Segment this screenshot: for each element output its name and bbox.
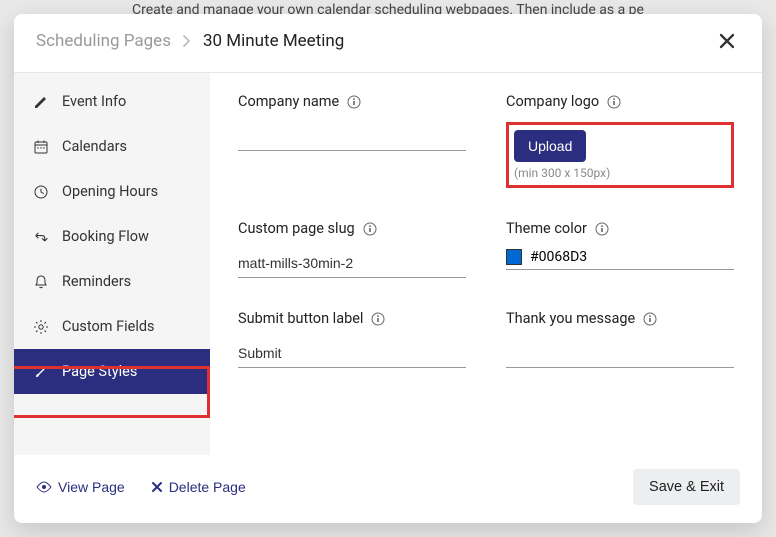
submit-label-field: Submit button label <box>238 310 466 368</box>
clock-icon <box>32 184 50 200</box>
field-label: Company name <box>238 93 339 110</box>
eye-icon <box>36 481 52 493</box>
modal-header: Scheduling Pages 30 Minute Meeting <box>14 14 762 72</box>
annotation-highlight-upload: Upload (min 300 x 150px) <box>506 122 734 188</box>
view-page-label: View Page <box>58 479 125 495</box>
close-button[interactable] <box>714 28 740 54</box>
sidebar-item-page-styles[interactable]: Page Styles <box>14 349 210 394</box>
company-logo-field: Company logo Upload (min 300 x 150px) <box>506 93 734 188</box>
upload-logo-button[interactable]: Upload <box>514 130 586 162</box>
custom-slug-input[interactable] <box>238 249 466 278</box>
flow-icon <box>32 229 50 245</box>
field-label: Theme color <box>506 220 587 237</box>
sidebar-item-label: Booking Flow <box>62 228 149 245</box>
field-label: Custom page slug <box>238 220 355 237</box>
company-name-field: Company name <box>238 93 466 151</box>
thank-you-input[interactable] <box>506 339 734 368</box>
calendar-icon <box>32 139 50 155</box>
company-name-input[interactable] <box>238 122 466 151</box>
color-value: #0068D3 <box>530 249 587 265</box>
modal-footer: View Page Delete Page Save & Exit <box>14 455 762 523</box>
theme-color-field: Theme color #0068D3 <box>506 220 734 270</box>
sidebar-item-label: Custom Fields <box>62 318 155 335</box>
view-page-button[interactable]: View Page <box>36 479 125 495</box>
thank-you-field: Thank you message <box>506 310 734 368</box>
save-exit-button[interactable]: Save & Exit <box>633 469 740 505</box>
page-styles-form: Company name Company logo Upload (min 30… <box>210 73 762 455</box>
sidebar-item-label: Event Info <box>62 93 126 110</box>
field-label: Thank you message <box>506 310 635 327</box>
pencil-icon <box>32 94 50 110</box>
delete-page-button[interactable]: Delete Page <box>151 479 246 495</box>
breadcrumb-current: 30 Minute Meeting <box>203 31 344 51</box>
field-label: Submit button label <box>238 310 363 327</box>
color-swatch <box>506 249 522 265</box>
sidebar-item-event-info[interactable]: Event Info <box>14 79 210 124</box>
field-label: Company logo <box>506 93 599 110</box>
theme-color-input[interactable]: #0068D3 <box>506 249 734 270</box>
sidebar-item-booking-flow[interactable]: Booking Flow <box>14 214 210 259</box>
info-icon[interactable] <box>595 222 609 236</box>
sidebar-item-reminders[interactable]: Reminders <box>14 259 210 304</box>
brush-icon <box>32 364 50 380</box>
info-icon[interactable] <box>643 312 657 326</box>
sidebar-item-label: Reminders <box>62 273 131 290</box>
sidebar-item-opening-hours[interactable]: Opening Hours <box>14 169 210 214</box>
close-icon <box>718 32 736 50</box>
x-icon <box>151 481 163 493</box>
custom-slug-field: Custom page slug <box>238 220 466 278</box>
breadcrumb-root[interactable]: Scheduling Pages <box>36 31 171 51</box>
chevron-right-icon <box>183 35 191 47</box>
sidebar-item-label: Opening Hours <box>62 183 158 200</box>
info-icon[interactable] <box>607 95 621 109</box>
sidebar-item-label: Calendars <box>62 138 127 155</box>
sidebar-item-calendars[interactable]: Calendars <box>14 124 210 169</box>
sidebar-item-label: Page Styles <box>62 363 137 380</box>
sidebar-item-custom-fields[interactable]: Custom Fields <box>14 304 210 349</box>
scheduling-page-editor-modal: Scheduling Pages 30 Minute Meeting Event… <box>14 14 762 523</box>
info-icon[interactable] <box>363 222 377 236</box>
modal-body: Event Info Calendars Opening Hours Booki… <box>14 73 762 455</box>
info-icon[interactable] <box>347 95 361 109</box>
sidebar: Event Info Calendars Opening Hours Booki… <box>14 73 210 455</box>
breadcrumb: Scheduling Pages 30 Minute Meeting <box>36 31 344 51</box>
info-icon[interactable] <box>371 312 385 326</box>
bell-icon <box>32 274 50 290</box>
gear-icon <box>32 319 50 335</box>
submit-label-input[interactable] <box>238 339 466 368</box>
upload-hint: (min 300 x 150px) <box>514 166 726 180</box>
delete-page-label: Delete Page <box>169 479 246 495</box>
